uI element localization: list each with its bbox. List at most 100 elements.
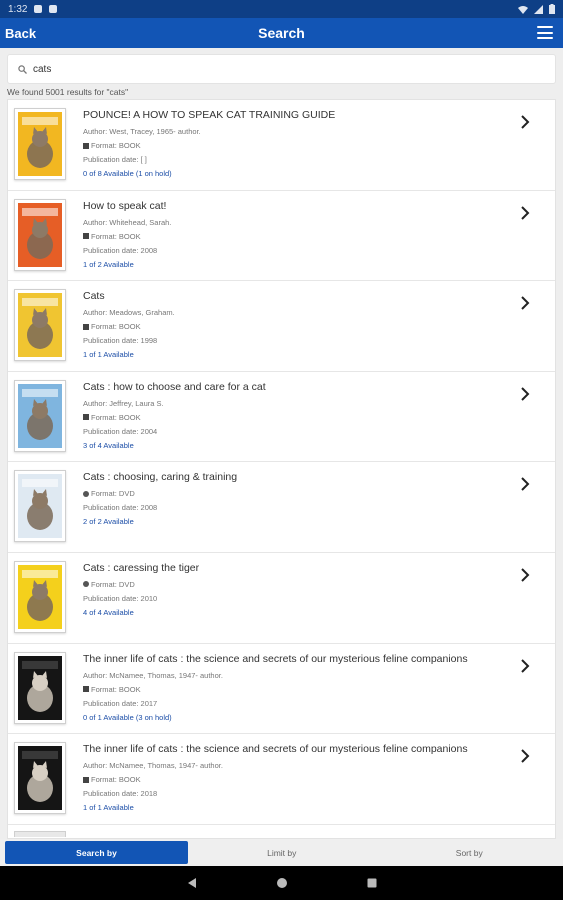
result-publication-date: Publication date: 1998 [83,336,158,346]
book-icon [83,776,89,783]
result-availability: 1 of 2 Available [83,259,134,269]
result-format: Format: DVD [83,487,515,501]
result-publication-date: Publication date: 2017 [83,698,158,708]
result-title: The inner life of cats : the science and… [83,652,468,665]
book-icon [83,142,89,149]
result-title: Cats [83,290,105,303]
result-item[interactable]: Cats : how to choose and care for a cat … [8,372,555,463]
search-icon [18,64,27,74]
book-cover-image [14,560,66,633]
chevron-right-icon[interactable] [517,658,533,674]
results-list: POUNCE! A HOW TO SPEAK CAT TRAINING GUID… [7,99,556,839]
result-publication-date: Publication date: 2008 [83,245,158,255]
result-availability: 0 of 8 Available (1 on hold) [83,169,172,178]
result-title: Cats : caressing the tiger [83,561,200,574]
result-publication-date: Publication date: 2010 [83,593,158,603]
cat-illustration-icon [22,388,58,440]
result-item[interactable]: POUNCE! A HOW TO SPEAK CAT TRAINING GUID… [8,100,555,191]
result-item[interactable]: The inner life of cats : the science and… [8,734,555,825]
book-cover-image [14,651,66,724]
result-format-text: Format: DVD [91,489,135,499]
book-cover-image [14,742,66,815]
cat-illustration-icon [22,298,58,350]
result-author: Author: McNamee, Thomas, 1947- author. [83,670,223,680]
result-item[interactable]: Cats Author: Meadows, Graham. Format: BO… [8,281,555,372]
result-title: The inner life of cats : the science and… [83,743,468,756]
book-cover-image [14,379,66,452]
book-icon [83,686,89,693]
book-icon [83,323,89,330]
status-bar: 1:32 [0,0,563,18]
result-author: Author: Meadows, Graham. [83,308,175,318]
result-format: Format: BOOK [83,411,515,425]
tab-limit-by[interactable]: Limit by [188,839,376,866]
bottom-tab-bar: Search by Limit by Sort by [0,839,563,866]
cat-illustration-icon [22,207,58,259]
result-publication-date: Publication date: 2018 [83,789,158,799]
result-availability: 2 of 2 Available [83,517,134,527]
result-format-text: Format: BOOK [91,231,141,241]
book-cover-image [14,830,66,837]
result-item[interactable]: Cats : caressing the tiger Format: DVD P… [8,553,555,644]
app-bar: Back Search [0,18,563,48]
result-item[interactable]: The inner life of cats : the science and… [8,644,555,735]
book-cover-image [14,108,66,180]
result-info: Cats : how to choose and care for a cat … [83,381,515,453]
settings-icon [34,5,43,13]
result-format: Format: BOOK [83,773,515,787]
recents-nav-icon[interactable] [366,877,378,889]
result-format: Format: DVD [83,578,515,592]
result-format-text: Format: BOOK [91,322,141,332]
notification-icon [49,5,58,13]
result-author: Author: Jeffrey, Laura S. [83,398,164,408]
signal-icon [534,4,543,14]
home-nav-icon[interactable] [276,877,288,889]
result-author: Author: West, Tracey, 1965- author. [83,127,201,136]
result-availability: 1 of 1 Available [83,803,134,813]
result-format: Format: BOOK [83,139,515,153]
book-cover-image [14,289,66,362]
hamburger-menu-icon[interactable] [537,26,553,39]
result-title: POUNCE! A HOW TO SPEAK CAT TRAINING GUID… [83,109,336,121]
result-availability: 4 of 4 Available [83,607,134,617]
result-info: Cats : caressing the tiger Format: DVD P… [83,562,515,620]
chevron-right-icon[interactable] [517,567,533,583]
chevron-right-icon[interactable] [517,476,533,492]
back-button[interactable]: Back [5,26,36,41]
status-time: 1:32 [8,3,28,15]
tab-sort-by[interactable]: Sort by [376,839,563,866]
chevron-right-icon[interactable] [517,205,533,221]
result-availability: 0 of 1 Available (3 on hold) [83,712,172,722]
result-title: Cats : how to choose and care for a cat [83,380,266,393]
results-summary: We found 5001 results for "cats" [7,87,129,97]
result-title: How to speak cat! [83,199,167,212]
cat-illustration-icon [22,479,58,531]
result-publication-date: Publication date: 2004 [83,426,158,436]
tab-search-by[interactable]: Search by [5,841,188,864]
result-item[interactable]: How to speak cat! Author: Whitehead, Sar… [8,191,555,282]
back-nav-icon[interactable] [186,877,198,889]
result-format-text: Format: BOOK [91,775,141,785]
cat-illustration-icon [22,660,58,712]
wifi-icon [518,5,528,14]
search-input[interactable] [33,63,533,75]
result-publication-date: Publication date: [ ] [83,155,147,164]
battery-icon [549,4,555,14]
result-info: Cats Author: Meadows, Graham. Format: BO… [83,290,515,362]
result-publication-date: Publication date: 2008 [83,503,158,513]
result-format: Format: BOOK [83,230,515,244]
search-box[interactable] [7,54,556,84]
dvd-icon [83,581,89,588]
page-title: Search [258,25,305,41]
chevron-right-icon[interactable] [517,386,533,402]
result-title: Cats : choosing, caring & training [83,471,238,484]
result-format-text: Format: BOOK [91,141,141,150]
result-item-partial[interactable] [8,825,555,838]
result-item[interactable]: Cats : choosing, caring & training Forma… [8,462,555,553]
result-format-text: Format: BOOK [91,412,141,422]
chevron-right-icon[interactable] [517,295,533,311]
chevron-right-icon[interactable] [517,114,533,130]
result-info: Cats : choosing, caring & training Forma… [83,471,515,529]
chevron-right-icon[interactable] [517,748,533,764]
cat-illustration-icon [22,117,58,168]
